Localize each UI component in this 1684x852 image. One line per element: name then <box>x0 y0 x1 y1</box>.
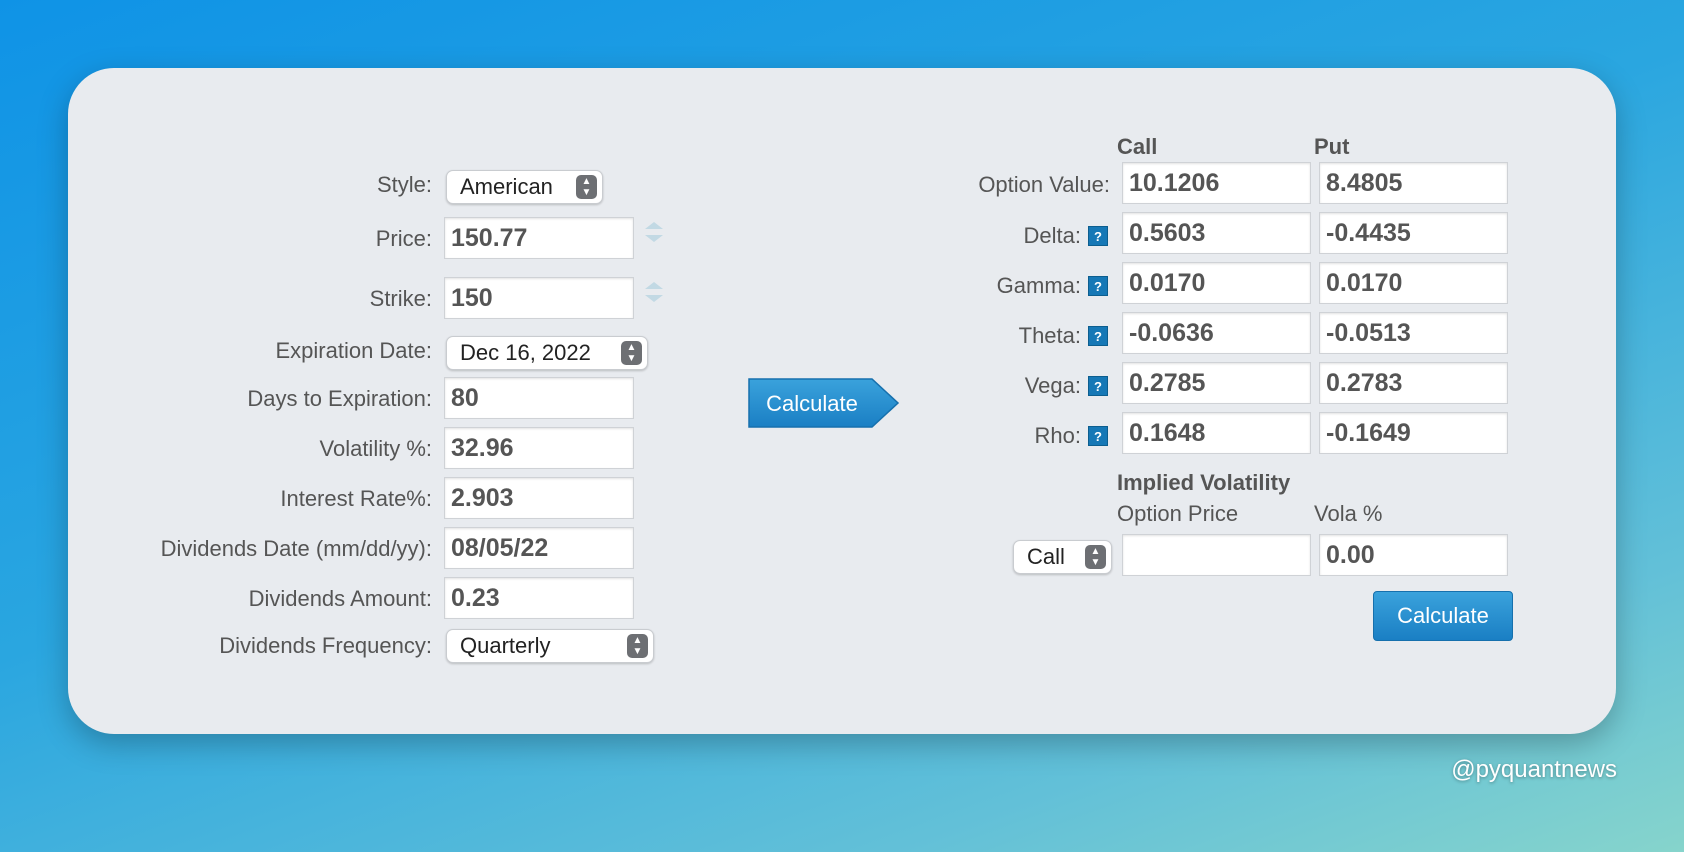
put-theta-value: -0.0513 <box>1319 312 1508 354</box>
put-delta-value: -0.4435 <box>1319 212 1508 254</box>
option-type-value: Call <box>1027 544 1065 569</box>
gamma-label: Gamma: <box>996 273 1081 298</box>
dividends-date-label: Dividends Date (mm/dd/yy): <box>160 536 432 561</box>
theta-help-icon[interactable]: ? <box>1088 326 1108 346</box>
up-down-chevron-icon: ▲ ▼ <box>621 341 642 365</box>
dividends-frequency-select[interactable]: Quarterly ▲ ▼ <box>446 629 654 663</box>
price-spinner-icon[interactable] <box>644 218 664 258</box>
call-rho-value: 0.1648 <box>1122 412 1311 454</box>
implied-volatility-title: Implied Volatility <box>1117 470 1291 495</box>
call-theta-value: -0.0636 <box>1122 312 1311 354</box>
call-column-header: Call <box>1117 134 1158 159</box>
call-option-value: 10.1206 <box>1122 162 1311 204</box>
price-input[interactable]: 150.77 <box>444 217 634 259</box>
option-value-label: Option Value: <box>978 172 1110 197</box>
dividends-frequency-value: Quarterly <box>460 633 551 658</box>
watermark: @pyquantnews <box>1451 756 1617 783</box>
style-select[interactable]: American ▲ ▼ <box>446 170 603 204</box>
theta-label: Theta: <box>1018 323 1081 348</box>
days-label: Days to Expiration: <box>247 386 432 411</box>
put-gamma-value: 0.0170 <box>1319 262 1508 304</box>
call-gamma-value: 0.0170 <box>1122 262 1311 304</box>
vola-percent-output: 0.00 <box>1319 534 1508 576</box>
put-column-header: Put <box>1314 134 1350 159</box>
put-vega-value: 0.2783 <box>1319 362 1508 404</box>
dividends-amount-label: Dividends Amount: <box>248 586 432 611</box>
gamma-help-icon[interactable]: ? <box>1088 276 1108 296</box>
up-down-chevron-icon: ▲ ▼ <box>627 634 648 658</box>
rho-label: Rho: <box>1034 423 1081 448</box>
interest-label: Interest Rate%: <box>280 486 432 511</box>
calculator-card: Style: American ▲ ▼ Price: 150.77 Strike:… <box>68 68 1616 734</box>
up-down-chevron-icon: ▲ ▼ <box>576 175 597 199</box>
volatility-label: Volatility %: <box>319 436 433 461</box>
days-input[interactable]: 80 <box>444 377 634 419</box>
price-label: Price: <box>375 226 432 251</box>
option-price-label: Option Price <box>1117 501 1239 526</box>
expiration-select-value: Dec 16, 2022 <box>460 340 591 365</box>
dividends-frequency-label: Dividends Frequency: <box>219 633 432 658</box>
implied-calculate-button[interactable]: Calculate <box>1373 591 1513 641</box>
style-label: Style: <box>376 172 432 197</box>
vega-label: Vega: <box>1024 373 1081 398</box>
call-vega-value: 0.2785 <box>1122 362 1311 404</box>
delta-help-icon[interactable]: ? <box>1088 226 1108 246</box>
volatility-input[interactable]: 32.96 <box>444 427 634 469</box>
option-type-select[interactable]: Call ▲ ▼ <box>1013 540 1112 574</box>
strike-spinner-icon[interactable] <box>644 278 664 318</box>
put-rho-value: -0.1649 <box>1319 412 1508 454</box>
option-price-input[interactable] <box>1122 534 1311 576</box>
delta-label: Delta: <box>1023 223 1081 248</box>
expiration-label: Expiration Date: <box>275 338 432 363</box>
vola-percent-label: Vola % <box>1314 501 1383 526</box>
interest-input[interactable]: 2.903 <box>444 477 634 519</box>
style-select-value: American <box>460 174 553 199</box>
strike-label: Strike: <box>369 286 432 311</box>
call-delta-value: 0.5603 <box>1122 212 1311 254</box>
put-option-value: 8.4805 <box>1319 162 1508 204</box>
strike-input[interactable]: 150 <box>444 277 634 319</box>
expiration-select[interactable]: Dec 16, 2022 ▲ ▼ <box>446 336 648 370</box>
vega-help-icon[interactable]: ? <box>1088 376 1108 396</box>
dividends-amount-input[interactable]: 0.23 <box>444 577 634 619</box>
rho-help-icon[interactable]: ? <box>1088 426 1108 446</box>
up-down-chevron-icon: ▲ ▼ <box>1085 545 1106 569</box>
dividends-date-input[interactable]: 08/05/22 <box>444 527 634 569</box>
